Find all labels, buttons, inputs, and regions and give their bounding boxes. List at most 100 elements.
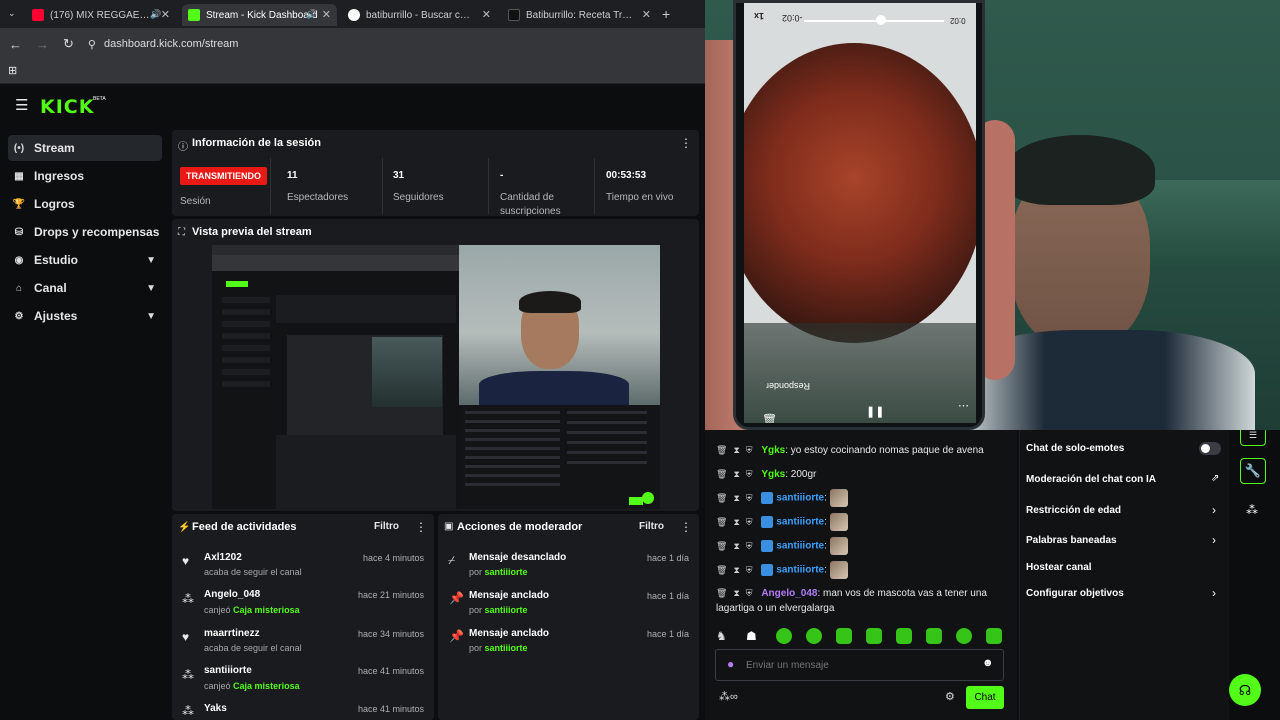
sidebar-item-estudio[interactable]: ◉ Estudio ▼ <box>8 247 162 273</box>
new-tab-button[interactable]: + <box>662 6 670 22</box>
tab-youtube[interactable]: (176) MIX REGGAETON 2024 🔊 ✕ <box>26 4 176 26</box>
close-tab-icon[interactable]: ✕ <box>161 8 170 21</box>
rail-wrench-button[interactable]: 🔧 <box>1240 458 1266 484</box>
tab-google[interactable]: batiburrillo - Buscar con Google ✕ <box>342 4 497 26</box>
sidebar-item-stream[interactable]: (•) Stream <box>8 135 162 161</box>
chat-username[interactable]: santiiiorte <box>776 541 824 552</box>
tab-tiktok[interactable]: Batiburrillo: Receta Tradicional ✕ <box>502 4 657 26</box>
chat-send-button[interactable]: Chat <box>966 686 1004 709</box>
ban-icon[interactable]: ⛨ <box>746 541 753 551</box>
trash-icon[interactable]: 🗑 <box>716 517 727 527</box>
sidebar-item-drops[interactable]: ⛁ Drops y recompensas <box>8 219 162 245</box>
chat-username[interactable]: santiiiorte <box>776 565 824 576</box>
goals-setting[interactable]: Configurar objetivos <box>1026 588 1124 599</box>
mod-user[interactable]: santiiiorte <box>485 605 528 615</box>
sidebar-item-canal[interactable]: ⌂ Canal ▼ <box>8 275 162 301</box>
chat-username[interactable]: santiiiorte <box>776 517 824 528</box>
banned-words-setting[interactable]: Palabras baneadas <box>1026 535 1117 546</box>
moderator-filter-button[interactable]: Filtro <box>639 521 664 532</box>
ban-icon[interactable]: ⛨ <box>746 445 753 455</box>
ban-icon[interactable]: ⛨ <box>746 517 753 527</box>
close-tab-icon[interactable]: ✕ <box>322 8 331 21</box>
emote-quick-8[interactable] <box>926 628 942 644</box>
emote-only-toggle[interactable] <box>1199 442 1221 455</box>
host-channel-setting[interactable]: Hostear canal <box>1026 562 1092 573</box>
chat-settings-gear-icon[interactable]: ⚙ <box>945 690 955 703</box>
ai-moderation-setting[interactable]: Moderación del chat con IA <box>1026 474 1156 485</box>
reload-icon[interactable]: ↻ <box>63 36 74 52</box>
emote-quick-7[interactable] <box>896 628 912 644</box>
trash-icon[interactable]: 🗑 <box>716 541 727 551</box>
points-icon[interactable]: ⁂∞ <box>719 690 738 703</box>
tab-search-icon[interactable]: ⌄ <box>8 8 16 19</box>
trash-icon[interactable]: 🗑 <box>716 469 727 479</box>
timeout-icon[interactable]: ⧗ <box>733 469 739 479</box>
timeout-icon[interactable]: ⧗ <box>733 565 739 575</box>
ban-icon[interactable]: ⛨ <box>746 565 753 575</box>
external-link-icon[interactable]: ⇗ <box>1211 473 1219 484</box>
close-tab-icon[interactable]: ✕ <box>482 8 491 21</box>
phone-reply[interactable]: Responder <box>766 381 810 391</box>
timeout-icon[interactable]: ⧗ <box>733 445 739 455</box>
stream-preview-video[interactable] <box>212 245 660 509</box>
phone-progress-thumb[interactable] <box>876 15 886 25</box>
emote-quick-10[interactable] <box>986 628 1002 644</box>
divider <box>270 158 271 214</box>
chat-username[interactable]: Ygks <box>761 469 785 480</box>
trash-icon[interactable]: 🗑 <box>716 588 727 598</box>
activity-user[interactable]: maarrtinezz <box>204 628 260 639</box>
activity-user[interactable]: Axl1202 <box>204 552 242 563</box>
sidebar-item-ajustes[interactable]: ⚙ Ajustes ▼ <box>8 303 162 329</box>
mic-icon[interactable]: ● <box>727 657 734 671</box>
emote-quick-2[interactable]: ☗ <box>746 629 757 643</box>
trash-icon[interactable]: 🗑 <box>716 493 727 503</box>
chat-message-input[interactable] <box>746 656 966 674</box>
trash-icon[interactable]: 🗑 <box>716 445 727 455</box>
emote-quick-3[interactable] <box>776 628 792 644</box>
timeout-icon[interactable]: ⧗ <box>733 493 739 503</box>
emoji-icon[interactable]: ☻ <box>982 657 994 669</box>
ban-icon[interactable]: ⛨ <box>746 469 753 479</box>
menu-icon[interactable]: ☰ <box>15 96 28 114</box>
support-button[interactable]: ☊ <box>1229 674 1261 706</box>
emote-quick-6[interactable] <box>866 628 882 644</box>
more-options-icon[interactable]: ⋮ <box>415 520 427 534</box>
more-options-icon[interactable]: ⋮ <box>680 520 692 534</box>
activity-filter-button[interactable]: Filtro <box>374 521 399 532</box>
sidebar-item-logros[interactable]: 🏆 Logros <box>8 191 162 217</box>
activity-user[interactable]: Angelo_048 <box>204 589 260 600</box>
chat-username[interactable]: Angelo_048 <box>761 588 817 599</box>
ban-icon[interactable]: ⛨ <box>746 493 753 503</box>
more-options-icon[interactable]: ⋮ <box>680 136 692 150</box>
rail-rewards-icon[interactable]: ⁂ <box>1246 503 1258 517</box>
sidebar-item-ingresos[interactable]: ▦ Ingresos <box>8 163 162 189</box>
age-restriction-setting[interactable]: Restricción de edad <box>1026 505 1121 516</box>
back-icon[interactable]: ← <box>9 37 22 52</box>
apps-grid-icon[interactable]: ⊞ <box>8 64 17 77</box>
mod-user[interactable]: santiiiorte <box>485 567 528 577</box>
rail-layout-button[interactable]: ☰ <box>1240 430 1266 446</box>
trash-icon[interactable]: 🗑 <box>716 565 727 575</box>
timeout-icon[interactable]: ⧗ <box>733 588 739 598</box>
phone-pause-icon[interactable]: ❚❚ <box>866 405 884 418</box>
timeout-icon[interactable]: ⧗ <box>733 517 739 527</box>
close-tab-icon[interactable]: ✕ <box>642 8 651 21</box>
activity-user[interactable]: Yaks <box>204 703 227 714</box>
tab-kick[interactable]: Stream - Kick Dashboard 🔊 ✕ <box>182 4 337 26</box>
kick-logo[interactable]: KICK <box>40 96 94 118</box>
forward-icon[interactable]: → <box>36 37 49 52</box>
url-field[interactable]: dashboard.kick.com/stream <box>104 38 239 50</box>
emote-quick-5[interactable] <box>836 628 852 644</box>
emote-quick-1[interactable]: ♞ <box>716 629 727 643</box>
chat-username[interactable]: Ygks <box>761 445 785 456</box>
ban-icon[interactable]: ⛨ <box>746 588 753 598</box>
chat-username[interactable]: santiiiorte <box>776 493 824 504</box>
emote-quick-4[interactable] <box>806 628 822 644</box>
phone-more-icon[interactable]: ⋯ <box>958 399 969 412</box>
site-info-icon[interactable]: ⚲ <box>88 38 96 51</box>
mod-user[interactable]: santiiiorte <box>485 643 528 653</box>
emote-quick-9[interactable] <box>956 628 972 644</box>
timeout-icon[interactable]: ⧗ <box>733 541 739 551</box>
activity-user[interactable]: santiiiorte <box>204 665 252 676</box>
phone-trash-icon[interactable]: 🗑 <box>762 413 777 423</box>
